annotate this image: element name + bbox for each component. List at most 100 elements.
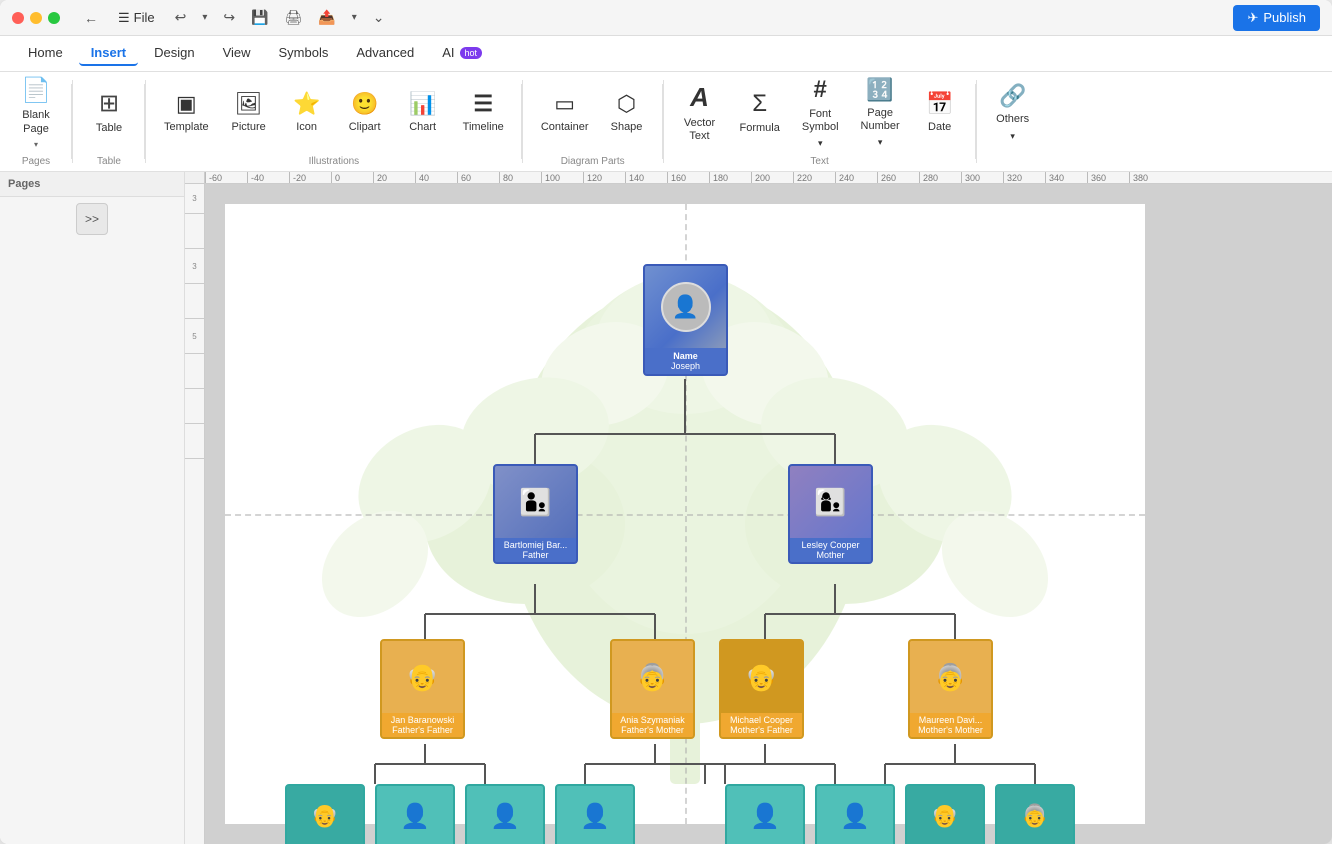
node-stefan[interactable]: 👤 Stefan Syma... Father's Mater... xyxy=(465,784,545,844)
ruler-tick: 360 xyxy=(1087,172,1129,183)
template-button[interactable]: ▣ Template xyxy=(154,85,219,140)
chart-button[interactable]: 📊 Chart xyxy=(395,85,451,140)
node-maureen[interactable]: 👵 Maureen Davi... Mother's Mother xyxy=(908,639,993,739)
timeline-button[interactable]: ☰ Timeline xyxy=(453,85,514,140)
menu-view[interactable]: View xyxy=(211,41,263,66)
font-symbol-label: FontSymbol xyxy=(802,108,839,134)
more-icon[interactable]: ⌄ xyxy=(369,7,389,28)
page-number-label: PageNumber xyxy=(861,107,900,133)
blank-page-button[interactable]: 📄 BlankPage ▾ xyxy=(8,70,64,154)
export-icon[interactable]: 📤 xyxy=(314,7,339,28)
ruler-vertical: 3 3 5 xyxy=(185,184,205,844)
clipart-button[interactable]: 🙂 Clipart xyxy=(337,85,393,140)
close-button[interactable] xyxy=(12,12,24,24)
node-father[interactable]: 👨‍👦 Bartlomiej Bar... Father xyxy=(493,464,578,564)
maximize-button[interactable] xyxy=(48,12,60,24)
node-regina[interactable]: 👤 Regina Wojcik Great grandm... xyxy=(375,784,455,844)
page-number-button[interactable]: 🔢 PageNumber ▾ xyxy=(851,71,910,154)
vector-text-button[interactable]: A VectorText xyxy=(672,76,728,149)
chart-icon: 📊 xyxy=(409,91,436,117)
picture-button[interactable]: 🖼 Picture xyxy=(221,85,277,140)
ania-role: Father's Mother xyxy=(621,725,684,735)
undo-icon[interactable]: ↩ xyxy=(171,7,191,28)
node-joseph[interactable]: 👤 Name Joseph xyxy=(643,264,728,376)
timeline-label: Timeline xyxy=(463,121,504,134)
canvas-with-ruler: 3 3 5 xyxy=(185,184,1332,844)
horizontal-divider xyxy=(225,514,1145,516)
ruler-tick: 80 xyxy=(499,172,541,183)
node-eugenia[interactable]: 👤 Eugenia Adam... Father's Mater... xyxy=(555,784,635,844)
joseph-role: Name xyxy=(650,351,721,361)
ruler-tick: -20 xyxy=(289,172,331,183)
canvas-scroll[interactable]: 👤 Name Joseph xyxy=(205,184,1332,844)
back-icon[interactable]: ← xyxy=(80,8,102,28)
node-elizabeth[interactable]: 👤 Elizabeth Coo... Mother's Pater... xyxy=(815,784,895,844)
template-icon: ▣ xyxy=(176,91,197,117)
node-kaldep[interactable]: 👤 Kaldep Singh Mother's Pater... xyxy=(725,784,805,844)
ruler-tick: 260 xyxy=(877,172,919,183)
node-ania[interactable]: 👵 Ania Szymaniak Father's Mother xyxy=(610,639,695,739)
node-michael[interactable]: 👴 Michael Cooper Mother's Father xyxy=(719,639,804,739)
container-label: Container xyxy=(541,121,589,134)
table-label: Table xyxy=(96,122,122,135)
ai-badge: hot xyxy=(460,47,483,59)
menu-ai[interactable]: AI hot xyxy=(430,41,494,66)
node-jan[interactable]: 👴 Jan Baranowski Father's Father xyxy=(380,639,465,739)
window-controls xyxy=(12,12,60,24)
node-mother[interactable]: 👩‍👦 Lesley Cooper Mother xyxy=(788,464,873,564)
ruler-tick: 20 xyxy=(373,172,415,183)
vector-text-label: VectorText xyxy=(684,117,715,143)
toolbar-section-illustrations: ▣ Template 🖼 Picture ⭐ Icon 🙂 Clipart 📊 … xyxy=(146,72,522,171)
formula-icon: Σ xyxy=(752,90,767,118)
ruler-tick: 380 xyxy=(1129,172,1171,183)
menu-home[interactable]: Home xyxy=(16,41,75,66)
ruler-tick: 100 xyxy=(541,172,583,183)
michael-role: Mother's Father xyxy=(730,725,793,735)
ruler-tick: 220 xyxy=(793,172,835,183)
save-icon[interactable]: 💾 xyxy=(247,7,272,28)
node-helen[interactable]: 👵 Helen Stewart Mother's Pater... xyxy=(995,784,1075,844)
container-button[interactable]: ▭ Container xyxy=(531,85,599,140)
maureen-role: Mother's Mother xyxy=(918,725,983,735)
print-icon[interactable]: 🖨 xyxy=(281,7,307,28)
date-button[interactable]: 📅 Date xyxy=(912,85,968,140)
chart-label: Chart xyxy=(409,121,436,134)
redo-icon[interactable]: ↪ xyxy=(219,7,239,28)
others-label: Others xyxy=(996,113,1029,126)
undo-arrow-icon[interactable]: ▾ xyxy=(198,10,211,25)
ruler-tick: 140 xyxy=(625,172,667,183)
font-symbol-button[interactable]: # FontSymbol ▾ xyxy=(792,70,849,155)
menu-design[interactable]: Design xyxy=(142,41,206,66)
formula-button[interactable]: Σ Formula xyxy=(730,84,790,141)
ruler-tick: 60 xyxy=(457,172,499,183)
panel-toggle-button[interactable]: >> xyxy=(76,203,108,235)
maureen-name: Maureen Davi... xyxy=(919,715,983,725)
page-panel: >> xyxy=(0,197,184,844)
toolbar: 📄 BlankPage ▾ Pages ⊞ Table Table ▣ Temp… xyxy=(0,72,1332,172)
date-icon: 📅 xyxy=(926,91,953,117)
nav-controls: ← ☰ File ↩ ▾ ↪ 💾 🖨 📤 ▾ ⌄ xyxy=(80,7,389,28)
menu-insert[interactable]: Insert xyxy=(79,41,138,66)
node-arthur[interactable]: 👴 Arthur Stewart Mother's Pater... xyxy=(905,784,985,844)
others-button[interactable]: 🔗 Others ▾ xyxy=(985,77,1041,147)
michael-name: Michael Cooper xyxy=(730,715,793,725)
ruler-tick: 180 xyxy=(709,172,751,183)
toolbar-section-text: A VectorText Σ Formula # FontSymbol ▾ 🔢 … xyxy=(664,72,976,171)
export-arrow-icon[interactable]: ▾ xyxy=(348,10,361,25)
file-menu-button[interactable]: ☰ File xyxy=(110,8,163,28)
toolbar-section-diagram: ▭ Container ⬡ Shape Diagram Parts xyxy=(523,72,663,171)
table-icon: ⊞ xyxy=(99,89,119,118)
publish-button[interactable]: ✈ Publish xyxy=(1233,5,1320,31)
menu-symbols[interactable]: Symbols xyxy=(267,41,341,66)
table-button[interactable]: ⊞ Table xyxy=(81,83,137,141)
minimize-button[interactable] xyxy=(30,12,42,24)
icon-button[interactable]: ⭐ Icon xyxy=(279,85,335,140)
illustrations-section-label: Illustrations xyxy=(146,154,522,167)
menu-advanced[interactable]: Advanced xyxy=(344,41,426,66)
node-jozef[interactable]: 👴 Jozef Barano... Great Grandfa... xyxy=(285,784,365,844)
clipart-label: Clipart xyxy=(349,121,381,134)
jan-role: Father's Father xyxy=(392,725,453,735)
toolbar-section-others: 🔗 Others ▾ xyxy=(977,72,1049,171)
blank-page-arrow: ▾ xyxy=(34,140,38,149)
shape-button[interactable]: ⬡ Shape xyxy=(599,85,655,140)
